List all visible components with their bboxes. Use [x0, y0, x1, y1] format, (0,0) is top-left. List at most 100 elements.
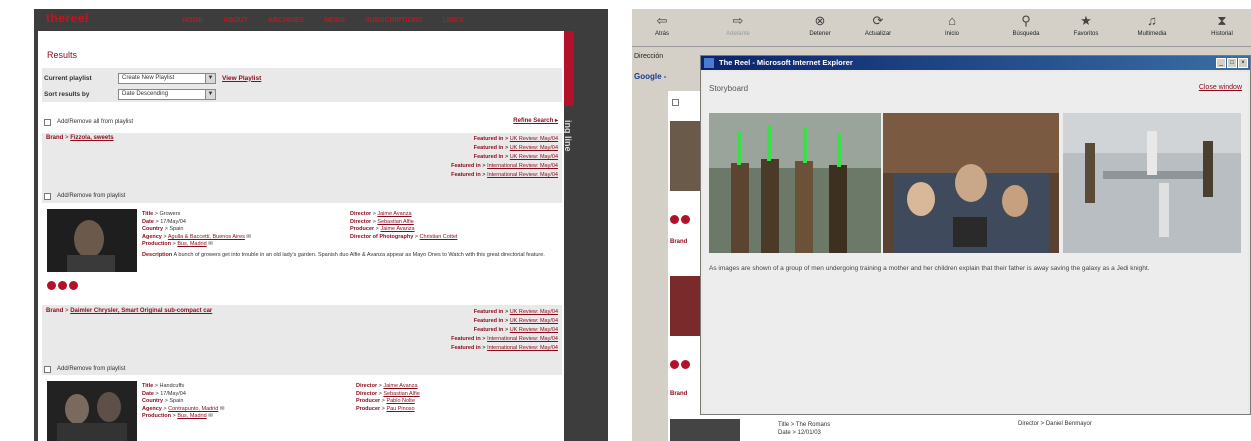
featured-label: Featured in	[451, 336, 481, 342]
storyboard-title: Storyboard	[709, 84, 749, 93]
results-panel: Results Current playlist Create New Play…	[38, 31, 564, 441]
play-icon[interactable]	[47, 281, 56, 290]
nav-about[interactable]: ABOUT	[223, 17, 248, 24]
history-button[interactable]: ⧗ Historial	[1198, 11, 1246, 37]
email-icon[interactable]: ✉	[246, 234, 251, 240]
date-value: 17/May/04	[160, 390, 186, 397]
toolbar-label: Detener	[809, 31, 831, 37]
brand-label: Brand	[46, 135, 64, 141]
chevron-down-icon[interactable]: ▼	[205, 73, 215, 83]
email-icon[interactable]: ✉	[208, 241, 213, 247]
featured-label: Featured in	[473, 154, 504, 160]
sort-select[interactable]: Date Descending ▼	[118, 88, 216, 100]
background-actions-2	[670, 356, 692, 374]
search-button[interactable]: ⚲ Búsqueda	[1002, 11, 1050, 37]
brand-link[interactable]: Daimler Chrysler, Smart Original sub-com…	[70, 308, 212, 314]
background-checkbox[interactable]	[672, 99, 679, 106]
featured-link[interactable]: International Review: May/04	[487, 336, 558, 342]
maximize-icon[interactable]: □	[1227, 58, 1237, 68]
home-button[interactable]: ⌂ Inicio	[928, 11, 976, 37]
nav-links[interactable]: LINKS	[443, 17, 464, 24]
play-icon[interactable]	[670, 360, 679, 369]
google-toolbar-label[interactable]: Google -	[634, 72, 666, 81]
add-remove-all-checkbox[interactable]	[44, 118, 51, 126]
toolbar-label: Multimedia	[1137, 31, 1167, 37]
back-button[interactable]: ⇦ Atrás	[638, 11, 686, 37]
storyboard-popup-window: The Reel - Microsoft Internet Explorer _…	[700, 55, 1251, 415]
window-titlebar[interactable]: The Reel - Microsoft Internet Explorer _…	[701, 56, 1250, 70]
producer-link[interactable]: Jaime Avanza	[380, 226, 414, 232]
featured-link[interactable]: UK Review: May/04	[510, 154, 558, 160]
entry-1-featured: Featured in > UK Review: May/04 Featured…	[451, 136, 558, 178]
view-playlist-link[interactable]: View Playlist	[222, 75, 261, 82]
toolbar-label: Inicio	[944, 31, 959, 37]
thumbnail-image	[47, 209, 137, 272]
favorites-button[interactable]: ★ Favoritos	[1062, 11, 1110, 37]
refresh-icon: ⟳	[872, 13, 884, 28]
home-icon: ⌂	[948, 13, 956, 28]
chevron-down-icon[interactable]: ▼	[205, 89, 215, 99]
playlist-select[interactable]: Create New Playlist ▼	[118, 72, 216, 84]
forward-button[interactable]: ⇨ Adelante	[714, 11, 762, 37]
multimedia-button[interactable]: ♫ Multimedia	[1128, 11, 1176, 37]
entry-1-brand: Brand > Fizzola, sweets	[46, 135, 114, 141]
storyboard-icon[interactable]	[69, 281, 78, 290]
current-playlist-row: Current playlist Create New Playlist ▼ V…	[44, 71, 261, 85]
refresh-button[interactable]: ⟳ Actualizar	[854, 11, 902, 37]
favorites-icon: ★	[1080, 13, 1092, 28]
refine-search-link[interactable]: Refine Search ▸	[513, 117, 558, 124]
featured-link[interactable]: International Review: May/04	[487, 163, 558, 169]
producer-link[interactable]: Pau Pinoso	[386, 406, 414, 412]
agency-link[interactable]: Agulla & Baccetti, Buenos Aires	[168, 234, 245, 240]
dop-link[interactable]: Christian Cottet	[420, 234, 458, 240]
stop-button[interactable]: ⊗ Detener	[796, 11, 844, 37]
add-remove-checkbox[interactable]	[44, 365, 51, 373]
play-icon[interactable]	[670, 215, 679, 224]
nav-home[interactable]: HOME	[182, 17, 203, 24]
window-controls: _ □ ×	[1216, 58, 1248, 68]
email-icon[interactable]: ✉	[208, 413, 213, 419]
background-brand-label-2: Brand	[670, 391, 688, 397]
brand-link[interactable]: Fizzola, sweets	[70, 135, 113, 141]
add-remove-checkbox[interactable]	[44, 192, 51, 200]
info-icon[interactable]	[58, 281, 67, 290]
nav-news[interactable]: NEWS	[324, 17, 345, 24]
director-link[interactable]: Jaime Avanza	[383, 383, 417, 389]
info-icon[interactable]	[681, 360, 690, 369]
entry-2-meta-left: Title > Handcuffs Date > 17/May/04 Count…	[142, 383, 225, 420]
description-label: Description	[142, 252, 173, 258]
entry-1-thumbnail[interactable]	[47, 209, 137, 272]
playlist-select-value: Create New Playlist	[122, 75, 175, 81]
info-icon[interactable]	[681, 215, 690, 224]
director-link[interactable]: Sebastian Alfie	[383, 391, 419, 397]
close-window-link[interactable]: Close window	[1199, 84, 1242, 91]
director-link[interactable]: Sebastian Alfie	[377, 219, 413, 225]
featured-link[interactable]: UK Review: May/04	[510, 136, 558, 142]
featured-link[interactable]: International Review: May/04	[487, 172, 558, 178]
featured-label: Featured in	[473, 136, 504, 142]
featured-link[interactable]: UK Review: May/04	[510, 318, 558, 324]
site-logo[interactable]: thereel	[46, 11, 89, 25]
nav-archives[interactable]: ARCHIVES	[268, 17, 304, 24]
entry-2-featured: Featured in > UK Review: May/04 Featured…	[451, 309, 558, 351]
producer-link[interactable]: Pablo Nolte	[386, 398, 414, 404]
director-link[interactable]: Jaime Avanza	[377, 211, 411, 217]
production-link[interactable]: Bus, Madrid	[177, 241, 206, 247]
featured-link[interactable]: UK Review: May/04	[510, 309, 558, 315]
agency-link[interactable]: Contrapunto, Madrid	[168, 406, 218, 412]
entry-2-thumbnail[interactable]	[47, 381, 137, 441]
featured-link[interactable]: UK Review: May/04	[510, 145, 558, 151]
nav-subscriptions[interactable]: SUBSCRIPTIONS	[365, 17, 423, 24]
featured-label: Featured in	[451, 163, 481, 169]
sort-row: Sort results by Date Descending ▼	[44, 87, 216, 101]
close-icon[interactable]: ×	[1238, 58, 1248, 68]
production-link[interactable]: Bus, Madrid	[177, 413, 206, 419]
email-icon[interactable]: ✉	[220, 406, 225, 412]
featured-link[interactable]: International Review: May/04	[487, 345, 558, 351]
sort-label: Sort results by	[44, 90, 90, 98]
storyboard-frame-1	[709, 113, 881, 253]
featured-link[interactable]: UK Review: May/04	[510, 327, 558, 333]
add-remove-label: Add/Remove from playlist	[57, 366, 126, 372]
top-navigation: HOME ABOUT ARCHIVES NEWS SUBSCRIPTIONS L…	[182, 17, 464, 24]
minimize-icon[interactable]: _	[1216, 58, 1226, 68]
